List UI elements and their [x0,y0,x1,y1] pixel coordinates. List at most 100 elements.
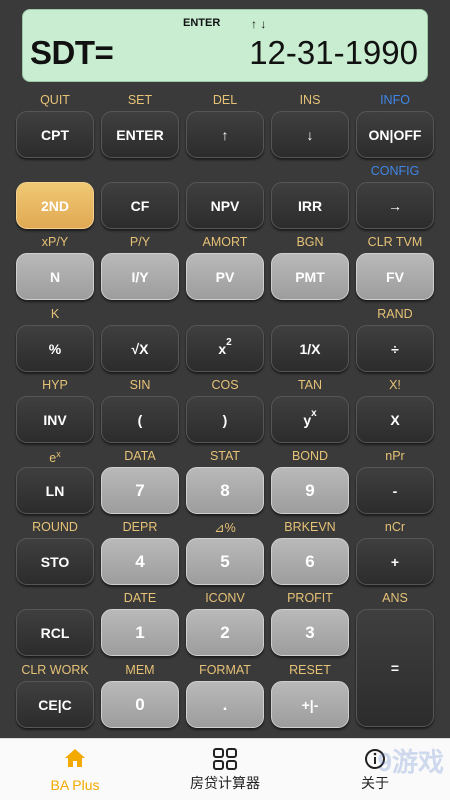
5-key[interactable]: 5 [186,538,264,585]
label-hyp: HYP [16,378,94,392]
label-text: HYP [42,378,68,392]
label-round: ROUND [16,520,94,534]
fv-key[interactable]: FV [356,253,434,300]
label-text: COS [211,378,239,392]
key-label: N [49,268,61,285]
label-tan: TAN [271,378,349,392]
label-config: CONFIG [356,164,434,178]
tab-mortgage-calculator[interactable]: 房贷计算器 [150,739,300,800]
key-label: INV [43,411,67,428]
label-rand: RAND [356,307,434,321]
label-text: STAT [209,449,241,463]
cpt-key[interactable]: CPT [16,111,94,158]
on-off-key[interactable]: ON|OFF [356,111,434,158]
equals-key[interactable]: = [356,609,434,727]
key-label: 2 [220,622,230,642]
9-key[interactable]: 9 [271,467,349,514]
ce-c-key[interactable]: CE|C [16,681,94,728]
ln-key[interactable]: LN [16,467,94,514]
key-label: 0 [135,694,145,714]
label-text: INS [299,93,321,107]
key-label: 3 [305,622,315,642]
6-key[interactable]: 6 [271,538,349,585]
7-key[interactable]: 7 [101,467,179,514]
label-cos: COS [186,378,264,392]
enter-key[interactable]: ENTER [101,111,179,158]
1-key[interactable]: 1 [101,609,179,656]
x-key[interactable]: x2 [186,325,264,372]
key-label: +|- [301,696,319,713]
i-y-key[interactable]: I/Y [101,253,179,300]
label-bond: BOND [271,449,349,463]
right-key[interactable]: → [356,182,434,229]
key-label: 4 [135,551,145,571]
label-text: xP/Y [41,235,69,249]
tab-ba-plus[interactable]: BA Plus [0,739,150,800]
sto-key[interactable]: STO [16,538,94,585]
label-text: ROUND [32,520,78,534]
x-key[interactable]: X [356,396,434,443]
2-key[interactable]: 2 [186,609,264,656]
pmt-key[interactable]: PMT [271,253,349,300]
watermark: 9游戏 [377,747,444,777]
npv-key[interactable]: NPV [186,182,264,229]
label-amort: AMORT [186,235,264,249]
label-text: DEL [212,93,238,107]
label-text: BGN [296,235,324,249]
key-label: PV [215,268,235,285]
label-e: ex [16,449,94,465]
label-text: BRKEVN [284,520,336,534]
label-npr: nPr [356,449,434,463]
label-text: PROFIT [287,591,333,605]
label-text: DATA [124,449,156,463]
key-label: → [388,197,402,214]
cf-key[interactable]: CF [101,182,179,229]
right-paren-key[interactable]: ) [186,396,264,443]
minus-key[interactable]: - [356,467,434,514]
label-text: nCr [384,520,406,534]
reciprocal-key[interactable]: 1/X [271,325,349,372]
y-key[interactable]: yx [271,396,349,443]
grid-icon [213,748,237,770]
label-text: ⊿% [214,521,236,535]
down-key[interactable]: ↓ [271,111,349,158]
3-key[interactable]: 3 [271,609,349,656]
4-key[interactable]: 4 [101,538,179,585]
divide-key[interactable]: ÷ [356,325,434,372]
percent-key[interactable]: % [16,325,94,372]
key-label: CF [130,197,150,214]
decimal-key[interactable]: . [186,681,264,728]
plus-minus-key[interactable]: +|- [271,681,349,728]
pv-key[interactable]: PV [186,253,264,300]
up-key[interactable]: ↑ [186,111,264,158]
label-mem: MEM [101,663,179,677]
8-key[interactable]: 8 [186,467,264,514]
label-iconv: ICONV [186,591,264,605]
home-icon [65,749,85,767]
label-k: K [16,307,94,321]
key-label: . [222,694,228,714]
key-label: 6 [305,551,315,571]
label-text: QUIT [40,93,70,107]
2nd-key[interactable]: 2ND [16,182,94,229]
key-label: √X [131,340,149,357]
label-text: DEPR [122,520,158,534]
label-superscript: x [56,449,61,459]
label-text: CONFIG [370,164,420,178]
0-key[interactable]: 0 [101,681,179,728]
arrow-indicator: ↑ ↓ [251,17,267,31]
key-label: 1/X [299,340,321,357]
inv-key[interactable]: INV [16,396,94,443]
n-key[interactable]: N [16,253,94,300]
key-superscript: x [311,408,317,419]
rcl-key[interactable]: RCL [16,609,94,656]
label-ins: INS [271,93,349,107]
label-text: MEM [125,663,155,677]
key-label: CE|C [38,696,72,713]
key-superscript: 2 [226,337,232,348]
irr-key[interactable]: IRR [271,182,349,229]
key-label: + [390,553,400,570]
plus-key[interactable]: + [356,538,434,585]
left-paren-key[interactable]: ( [101,396,179,443]
sqrt-x-key[interactable]: √X [101,325,179,372]
